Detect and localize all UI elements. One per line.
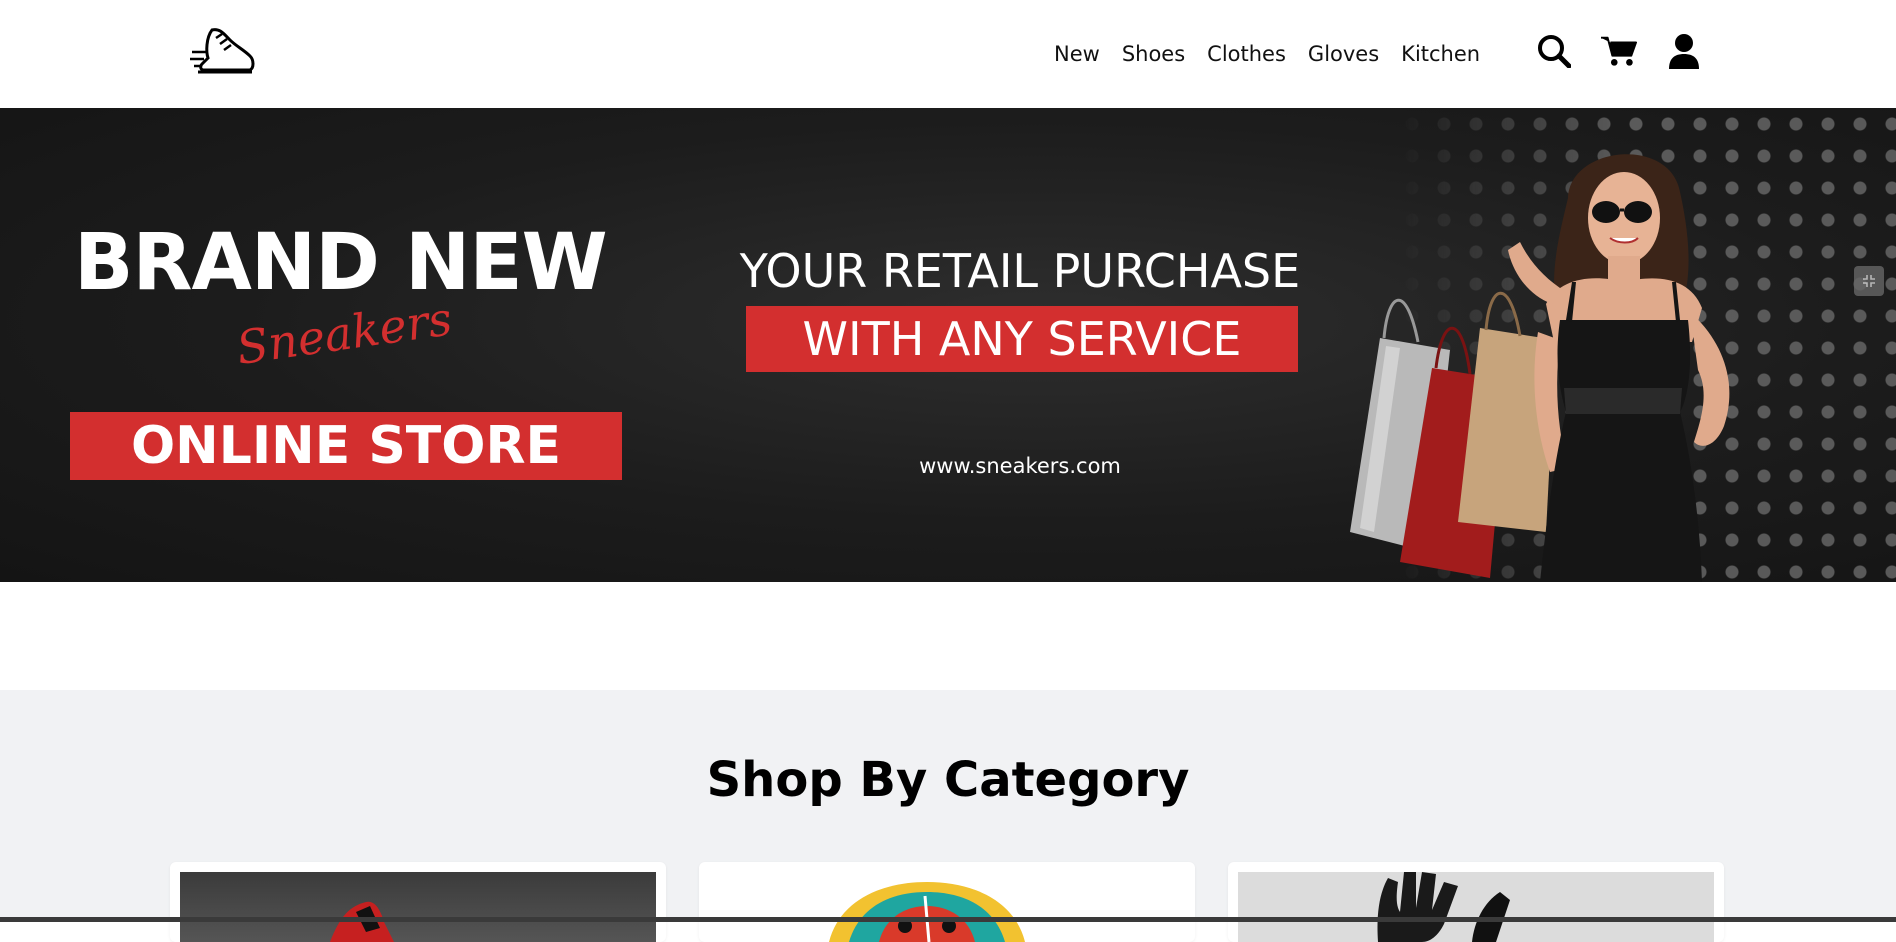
nav-link-clothes[interactable]: Clothes — [1207, 42, 1286, 66]
section-title: Shop By Category — [706, 752, 1190, 808]
site-header: New Shoes Clothes Gloves Kitchen — [0, 0, 1896, 109]
category-card-clothes[interactable] — [699, 862, 1195, 942]
shop-by-category-section: Shop By Category — [0, 690, 1896, 942]
bottom-edge-bar — [0, 917, 1896, 922]
hero-headline: BRAND NEW — [74, 218, 608, 308]
nav-link-kitchen[interactable]: Kitchen — [1401, 42, 1480, 66]
hero-service-label: WITH ANY SERVICE — [746, 306, 1298, 372]
hero-store-label: ONLINE STORE — [70, 412, 622, 480]
hero-url: www.sneakers.com — [919, 454, 1121, 478]
hero-banner[interactable]: BRAND NEW Sneakers ONLINE STORE YOUR RET… — [0, 108, 1896, 582]
search-icon[interactable] — [1536, 32, 1572, 70]
category-card-shoes[interactable] — [170, 862, 666, 942]
nav-link-shoes[interactable]: Shoes — [1122, 42, 1185, 66]
graffiti-print-thumbnail — [709, 872, 1185, 942]
user-icon[interactable] — [1666, 32, 1702, 70]
nav-link-new[interactable]: New — [1054, 42, 1100, 66]
model-with-shopping-bags-image — [1350, 154, 1730, 582]
sneaker-logo-icon[interactable] — [190, 24, 256, 84]
header-actions — [1536, 32, 1702, 70]
main-nav: New Shoes Clothes Gloves Kitchen — [1054, 38, 1480, 70]
black-glove-thumbnail — [1238, 872, 1714, 942]
cart-icon[interactable] — [1601, 32, 1637, 70]
red-sneaker-thumbnail — [180, 872, 656, 942]
category-card-gloves[interactable] — [1228, 862, 1724, 942]
hero-tagline: YOUR RETAIL PURCHASE — [739, 244, 1301, 298]
collapse-icon[interactable] — [1854, 266, 1884, 296]
nav-link-gloves[interactable]: Gloves — [1308, 42, 1379, 66]
